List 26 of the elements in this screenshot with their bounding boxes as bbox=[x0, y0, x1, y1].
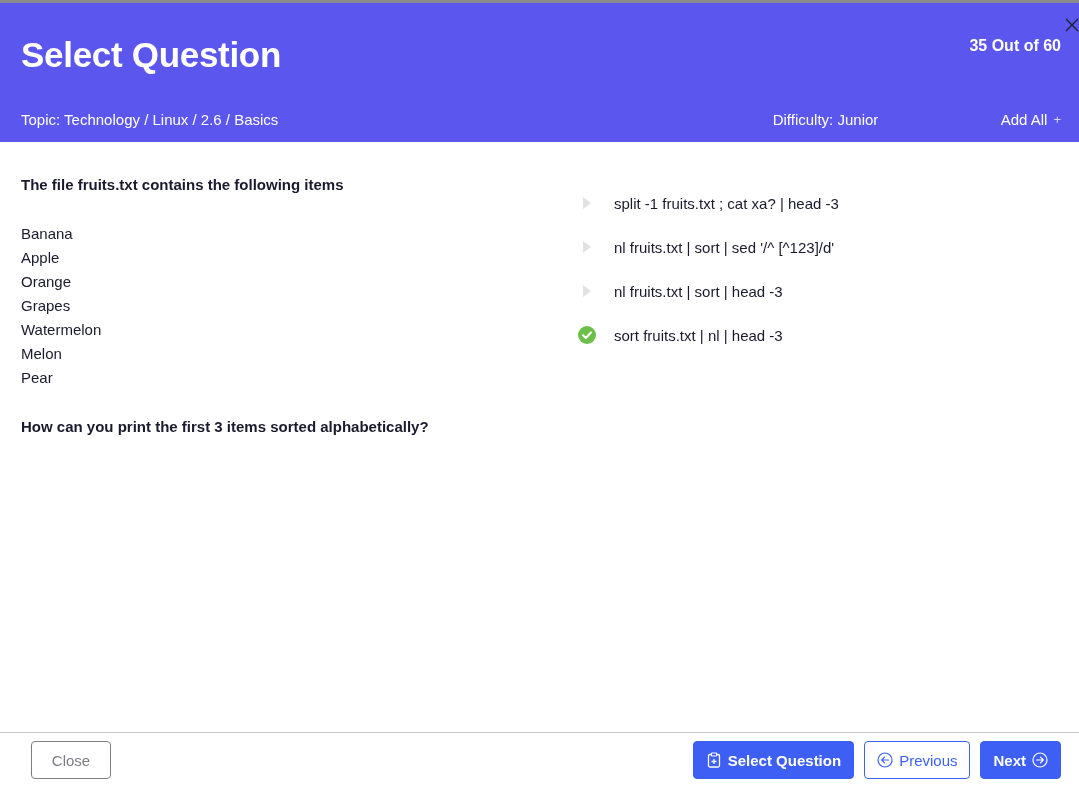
answer-option: nl fruits.txt | sort | sed '/^ [^123]/d' bbox=[614, 238, 835, 256]
topic-label: Topic: Technology / Linux / 2.6 / Basics bbox=[21, 110, 280, 128]
answer-option: sort fruits.txt | nl | head -3 bbox=[614, 326, 783, 344]
list-item: Apple bbox=[21, 248, 60, 268]
answer-option: split -1 fruits.txt ; cat xa? | head -3 bbox=[614, 194, 839, 212]
list-item: Watermelon bbox=[21, 320, 102, 340]
close-button[interactable]: Close bbox=[31, 741, 111, 779]
list-item: Banana bbox=[21, 224, 73, 244]
right-arrow-circle-icon bbox=[1032, 752, 1048, 768]
add-all-button[interactable]: Add All + bbox=[1000, 110, 1061, 128]
previous-button[interactable]: Previous bbox=[864, 741, 971, 779]
clipboard-plus-icon bbox=[705, 752, 722, 768]
dialog-title: Select Question bbox=[21, 34, 282, 76]
close-icon[interactable] bbox=[1065, 18, 1079, 32]
difficulty-label: Difficulty: Junior bbox=[772, 110, 880, 128]
question-prompt: How can you print the first 3 items sorted alphabetically? bbox=[21, 417, 430, 437]
list-item: Melon bbox=[21, 344, 62, 364]
list-item: Orange bbox=[21, 272, 72, 292]
answer-option: nl fruits.txt | sort | head -3 bbox=[614, 282, 783, 300]
list-item: Grapes bbox=[21, 296, 71, 316]
left-arrow-circle-icon bbox=[877, 752, 894, 768]
next-button[interactable]: Next bbox=[980, 741, 1061, 779]
question-counter: 35 Out of 60 bbox=[969, 37, 1061, 55]
select-question-button[interactable]: Select Question bbox=[692, 741, 855, 779]
question-intro: The file fruits.txt contains the following items bbox=[21, 175, 345, 195]
list-item: Pear bbox=[21, 368, 53, 388]
